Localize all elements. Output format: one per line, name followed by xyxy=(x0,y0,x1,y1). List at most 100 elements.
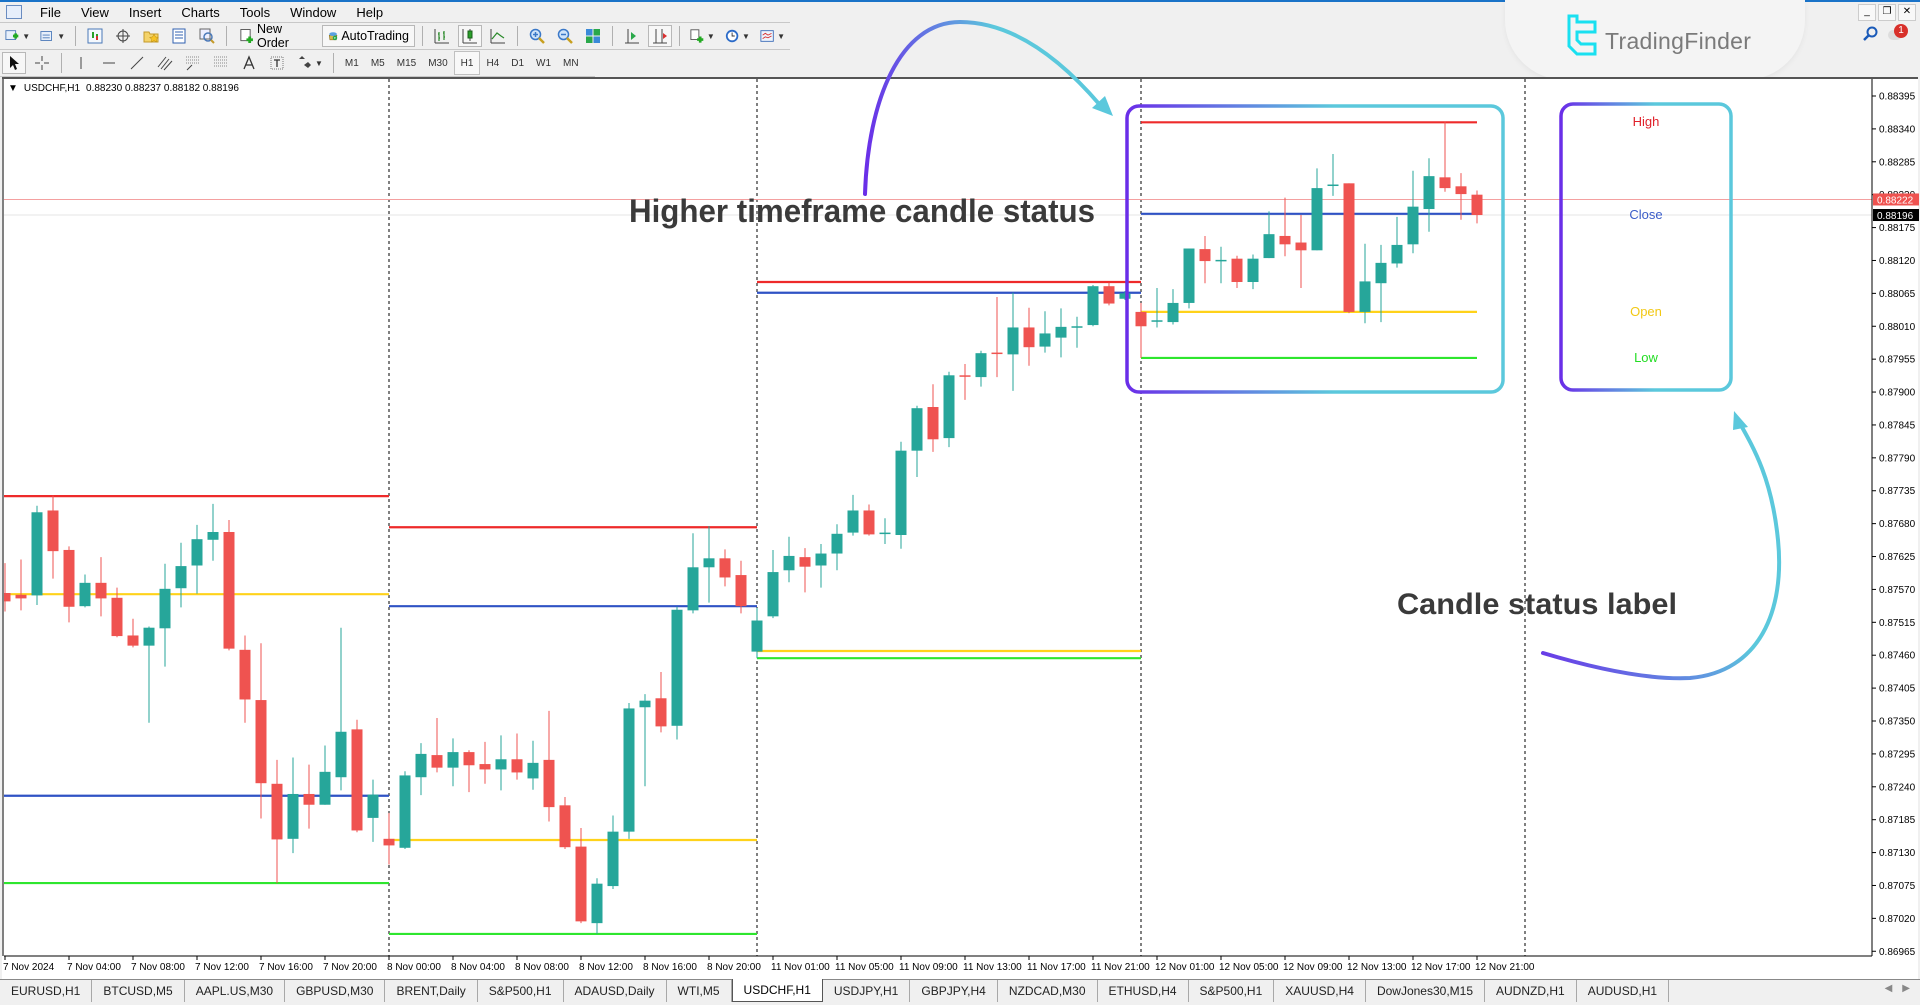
chart-tab[interactable]: S&P500,H1 xyxy=(1189,980,1275,1002)
bullish-candle xyxy=(879,532,891,535)
bearish-candle xyxy=(799,557,811,567)
chart-tab[interactable]: DowJones30,M15 xyxy=(1366,980,1486,1002)
chart-ohlc-values: 0.88230 0.88237 0.88182 0.88196 xyxy=(86,83,239,94)
bearish-candle xyxy=(1455,186,1467,195)
bearish-candle xyxy=(255,700,267,784)
time-tick-label: 8 Nov 00:00 xyxy=(387,962,441,973)
bullish-candle xyxy=(831,533,843,554)
chart-tab[interactable]: ADAUSD,Daily xyxy=(564,980,667,1002)
bearish-candle xyxy=(1471,194,1483,216)
bearish-candle xyxy=(1199,249,1211,262)
time-tick-label: 12 Nov 01:00 xyxy=(1155,962,1215,973)
price-tick-label: 0.87900 xyxy=(1879,388,1916,399)
price-chart[interactable]: 0.883950.883400.882850.882300.881750.881… xyxy=(0,0,1920,1005)
chart-tab[interactable]: AUDUSD,H1 xyxy=(1577,980,1670,1002)
chart-tab[interactable]: AAPL.US,M30 xyxy=(185,980,286,1002)
bullish-candle xyxy=(1167,302,1179,323)
bullish-candle xyxy=(1391,244,1403,264)
time-tick-label: 11 Nov 17:00 xyxy=(1027,962,1086,973)
chart-tab[interactable]: XAUUSD,H4 xyxy=(1274,980,1366,1002)
bearish-candle xyxy=(479,764,491,770)
time-tick-label: 12 Nov 17:00 xyxy=(1411,962,1471,973)
bullish-candle xyxy=(895,450,907,535)
bullish-candle xyxy=(1071,326,1083,328)
chart-tab[interactable]: BRENT,Daily xyxy=(385,980,478,1002)
chart-tab[interactable]: GBPUSD,M30 xyxy=(285,980,386,1002)
chart-tab[interactable]: USDJPY,H1 xyxy=(823,980,911,1002)
time-tick-label: 11 Nov 21:00 xyxy=(1091,962,1150,973)
time-tick-label: 7 Nov 2024 xyxy=(3,962,55,973)
bullish-candle xyxy=(943,375,955,439)
bid-price-marker-label: 0.88222 xyxy=(1877,195,1914,206)
bearish-candle xyxy=(271,783,283,840)
bearish-candle xyxy=(4,593,11,602)
bullish-candle xyxy=(847,510,859,533)
bullish-candle xyxy=(1375,262,1387,284)
bullish-candle xyxy=(287,793,299,839)
chart-tab[interactable]: S&P500,H1 xyxy=(478,980,564,1002)
bearish-candle xyxy=(655,698,667,727)
time-tick-label: 12 Nov 09:00 xyxy=(1283,962,1343,973)
bearish-candle xyxy=(351,729,363,831)
bullish-candle xyxy=(79,582,91,607)
plot-area xyxy=(4,79,1872,956)
bullish-candle xyxy=(335,731,347,778)
time-tick-label: 8 Nov 08:00 xyxy=(515,962,569,973)
chart-tab[interactable]: WTI,M5 xyxy=(667,980,732,1002)
time-tick-label: 8 Nov 20:00 xyxy=(707,962,761,973)
chart-tab[interactable]: ETHUSD,H4 xyxy=(1098,980,1189,1002)
bullish-candle xyxy=(495,759,507,770)
chart-header: ▼ USDCHF,H1 0.88230 0.88237 0.88182 0.88… xyxy=(8,83,239,94)
bullish-candle xyxy=(623,708,635,832)
bearish-candle xyxy=(575,846,587,922)
price-tick-label: 0.87295 xyxy=(1879,749,1916,760)
price-tick-label: 0.87680 xyxy=(1879,519,1916,530)
chart-tab[interactable]: EURUSD,H1 xyxy=(0,980,93,1002)
bullish-candle xyxy=(1407,206,1419,245)
bearish-candle xyxy=(1279,235,1291,245)
bullish-candle xyxy=(687,567,699,611)
bullish-candle xyxy=(1119,293,1131,299)
time-tick-label: 11 Nov 05:00 xyxy=(835,962,894,973)
bearish-candle xyxy=(1103,286,1115,304)
chart-tab[interactable]: GBPJPY,H4 xyxy=(910,980,998,1002)
price-tick-label: 0.87405 xyxy=(1879,684,1916,695)
bullish-candle xyxy=(639,700,651,708)
bullish-candle xyxy=(1359,281,1371,312)
bearish-candle xyxy=(223,532,235,649)
price-tick-label: 0.87130 xyxy=(1879,848,1916,859)
tab-scroll: ◀ ▶ xyxy=(1885,983,1910,994)
price-tick-label: 0.87020 xyxy=(1879,914,1916,925)
bullish-candle xyxy=(591,883,603,924)
bearish-candle xyxy=(1023,327,1035,348)
price-tick-label: 0.88340 xyxy=(1879,124,1916,135)
scroll-left-icon[interactable]: ◀ xyxy=(1885,983,1893,994)
bullish-candle xyxy=(815,553,827,566)
price-tick-label: 0.88120 xyxy=(1879,256,1916,267)
bullish-candle xyxy=(1007,327,1019,355)
price-tick-label: 0.88010 xyxy=(1879,322,1916,333)
bearish-candle xyxy=(1295,242,1307,251)
chart-tab[interactable]: BTCUSD,M5 xyxy=(92,980,185,1002)
price-tick-label: 0.87460 xyxy=(1879,651,1916,662)
chart-tab[interactable]: USDCHF,H1 xyxy=(731,979,823,1002)
price-tick-label: 0.87735 xyxy=(1879,486,1916,497)
bullish-candle xyxy=(783,555,795,571)
chart-tab[interactable]: NZDCAD,M30 xyxy=(998,980,1098,1002)
time-tick-label: 7 Nov 04:00 xyxy=(67,962,121,973)
bullish-candle xyxy=(1215,259,1227,262)
price-tick-label: 0.87845 xyxy=(1879,420,1916,431)
collapse-triangle-icon[interactable]: ▼ xyxy=(8,83,18,94)
bearish-candle xyxy=(431,755,443,768)
price-tick-label: 0.87075 xyxy=(1879,881,1916,892)
bearish-candle xyxy=(383,838,395,846)
bullish-candle xyxy=(31,512,43,596)
bearish-candle xyxy=(1439,177,1451,189)
bullish-candle xyxy=(319,771,331,805)
chart-tab[interactable]: AUDNZD,H1 xyxy=(1485,980,1577,1002)
scroll-right-icon[interactable]: ▶ xyxy=(1902,983,1910,994)
price-tick-label: 0.87570 xyxy=(1879,585,1916,596)
bearish-candle xyxy=(111,597,123,637)
price-tick-label: 0.87955 xyxy=(1879,355,1916,366)
bullish-candle xyxy=(1423,176,1435,210)
